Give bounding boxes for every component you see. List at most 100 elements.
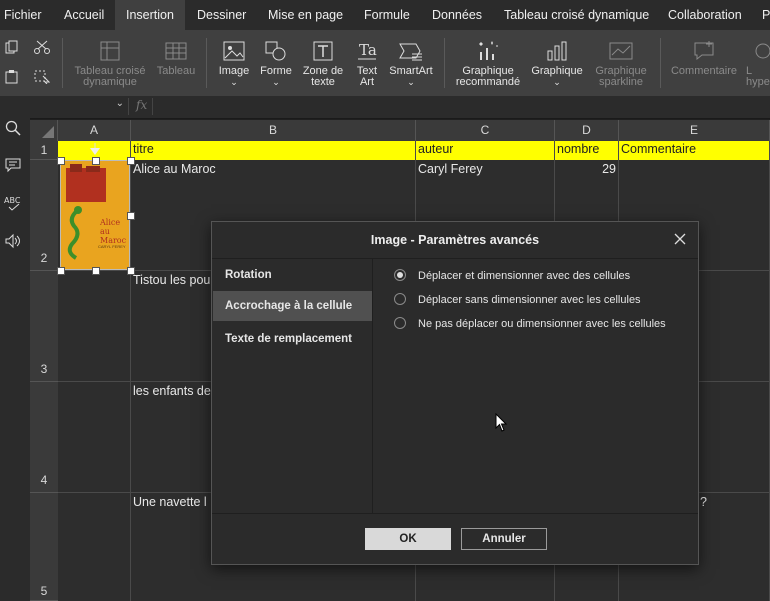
- menu-donnees[interactable]: Données: [432, 0, 482, 30]
- table-button[interactable]: Tableau: [154, 34, 198, 77]
- shape-label: Forme: [260, 65, 292, 77]
- resize-handle[interactable]: [57, 267, 65, 275]
- recommended-chart-label: Graphique recommandé: [455, 65, 521, 88]
- recommended-chart-button[interactable]: Graphique recommandé: [454, 34, 522, 88]
- menu-insertion[interactable]: Insertion: [115, 0, 185, 30]
- radio-move-no-size[interactable]: [394, 293, 406, 305]
- left-sidebar: ABC: [0, 96, 30, 601]
- resize-handle[interactable]: [127, 212, 135, 220]
- column-header-a[interactable]: A: [58, 120, 131, 141]
- hyperlink-button[interactable]: L hype: [746, 34, 770, 88]
- column-header-d[interactable]: D: [555, 120, 619, 141]
- svg-text:Ta: Ta: [359, 41, 377, 59]
- cell-b4[interactable]: les enfants de: [133, 384, 211, 398]
- cell-c2[interactable]: Caryl Ferey: [418, 162, 483, 176]
- option-move-no-size-label: Déplacer sans dimensionner avec les cell…: [418, 294, 641, 306]
- menu-fichier[interactable]: Fichier: [4, 0, 42, 30]
- option-move-and-size[interactable]: Déplacer et dimensionner avec des cellul…: [394, 267, 694, 285]
- select-all-corner[interactable]: [30, 120, 58, 141]
- menu-bar: Fichier Accueil Insertion Dessiner Mise …: [0, 0, 770, 30]
- cell-d2[interactable]: 29: [557, 162, 616, 176]
- sparkline-button[interactable]: Graphique sparkline: [590, 34, 652, 88]
- smartart-button[interactable]: SmartArt ⌄: [388, 34, 434, 88]
- menu-mise-en-page[interactable]: Mise en page: [268, 0, 343, 30]
- comment-button[interactable]: Commentaire: [668, 34, 740, 77]
- option-no-move-no-size-label: Ne pas déplacer ou dimensionner avec les…: [418, 318, 666, 330]
- column-header-c[interactable]: C: [416, 120, 555, 141]
- cell-e1[interactable]: Commentaire: [621, 142, 696, 156]
- row-header-5[interactable]: 5: [30, 493, 58, 601]
- formula-bar: ⌄ fx: [30, 96, 770, 119]
- radio-move-and-size[interactable]: [394, 269, 406, 281]
- select-icon[interactable]: [34, 70, 51, 87]
- cell-b1[interactable]: titre: [133, 142, 154, 156]
- cell-d1[interactable]: nombre: [557, 142, 599, 156]
- radio-no-move-no-size[interactable]: [394, 317, 406, 329]
- pivot-table-label: Tableau croisé dynamique: [74, 65, 146, 88]
- text-art-button[interactable]: Ta Text Art: [350, 34, 384, 88]
- row-header-4[interactable]: 4: [30, 382, 58, 493]
- menu-formule[interactable]: Formule: [364, 0, 410, 30]
- chevron-down-icon[interactable]: ⌄: [116, 98, 124, 109]
- cell-b2[interactable]: Alice au Maroc: [133, 162, 216, 176]
- menu-collaboration[interactable]: Collaboration: [668, 0, 742, 30]
- fx-icon[interactable]: fx: [136, 98, 147, 112]
- svg-text:ABC: ABC: [4, 196, 21, 205]
- rotate-handle[interactable]: [89, 142, 101, 159]
- chart-button[interactable]: Graphique ⌄: [530, 34, 584, 88]
- tab-alt-text[interactable]: Texte de remplacement: [213, 324, 372, 354]
- chart-label: Graphique: [531, 65, 583, 77]
- tab-rotation[interactable]: Rotation: [213, 260, 372, 290]
- resize-handle[interactable]: [57, 157, 65, 165]
- column-header-b[interactable]: B: [131, 120, 416, 141]
- cell-c1[interactable]: auteur: [418, 142, 453, 156]
- cancel-button[interactable]: Annuler: [461, 528, 547, 550]
- menu-dessiner[interactable]: Dessiner: [197, 0, 246, 30]
- dialog-title: Image - Paramètres avancés: [370, 233, 540, 247]
- hyperlink-label: L hype: [746, 65, 770, 88]
- shape-button[interactable]: Forme ⌄: [256, 34, 296, 88]
- column-header-e[interactable]: E: [619, 120, 770, 141]
- row-header-1[interactable]: 1: [30, 141, 58, 160]
- cell-b5[interactable]: Une navette l: [133, 495, 207, 509]
- tab-cell-anchoring[interactable]: Accrochage à la cellule: [213, 291, 372, 321]
- option-move-and-size-label: Déplacer et dimensionner avec des cellul…: [418, 270, 631, 282]
- pivot-table-button[interactable]: Tableau croisé dynamique: [72, 34, 148, 88]
- resize-handle[interactable]: [127, 157, 135, 165]
- cell-b3[interactable]: Tistou les pou: [133, 273, 210, 287]
- ok-button[interactable]: OK: [365, 528, 451, 550]
- menu-accueil[interactable]: Accueil: [64, 0, 104, 30]
- menu-overflow[interactable]: P: [762, 0, 770, 30]
- row-header-3[interactable]: 3: [30, 271, 58, 382]
- comment-icon[interactable]: [5, 157, 21, 176]
- close-icon[interactable]: [672, 231, 688, 247]
- option-no-move-no-size[interactable]: Ne pas déplacer ou dimensionner avec les…: [394, 315, 694, 333]
- image-label: Image: [218, 65, 250, 77]
- text-art-label: Text Art: [356, 65, 378, 88]
- resize-handle[interactable]: [127, 267, 135, 275]
- speaker-icon[interactable]: [4, 233, 22, 252]
- advanced-settings-dialog: Image - Paramètres avancés Rotation Accr…: [211, 221, 699, 565]
- mouse-cursor-icon: [495, 412, 509, 436]
- textbox-button[interactable]: Zone de texte: [300, 34, 346, 88]
- cell-e5[interactable]: ?: [700, 495, 707, 509]
- ribbon: Tableau croisé dynamique Tableau Image ⌄ …: [0, 30, 770, 96]
- formula-input[interactable]: [158, 98, 768, 115]
- image-button[interactable]: Image ⌄: [214, 34, 254, 88]
- image-selection-frame: [60, 160, 130, 270]
- option-move-no-size[interactable]: Déplacer sans dimensionner avec les cell…: [394, 291, 694, 309]
- table-label: Tableau: [156, 65, 196, 77]
- menu-tableau-croise[interactable]: Tableau croisé dynamique: [504, 0, 649, 30]
- name-box[interactable]: ⌄: [32, 98, 129, 115]
- row-header-2[interactable]: 2: [30, 160, 58, 271]
- search-icon[interactable]: [5, 120, 21, 139]
- smartart-label: SmartArt: [389, 65, 433, 77]
- sparkline-label: Graphique sparkline: [595, 65, 647, 88]
- paste-icon[interactable]: [5, 70, 19, 87]
- spellcheck-icon[interactable]: ABC: [4, 195, 22, 214]
- comment-label: Commentaire: [670, 65, 738, 77]
- cut-icon[interactable]: [34, 40, 50, 57]
- textbox-label: Zone de texte: [302, 65, 344, 88]
- copy-icon[interactable]: [5, 40, 19, 57]
- resize-handle[interactable]: [92, 267, 100, 275]
